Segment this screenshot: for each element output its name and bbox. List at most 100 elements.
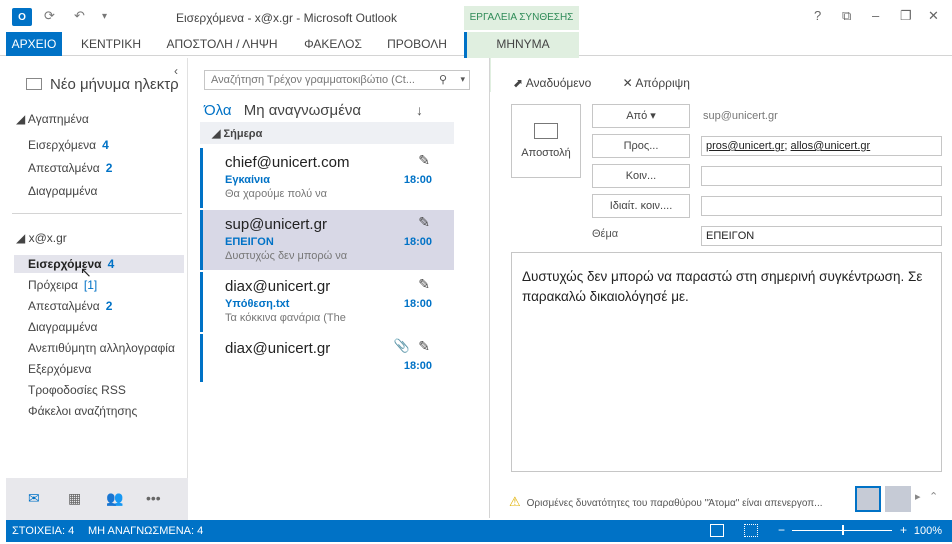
fav-item-inbox[interactable]: Εισερχόμενα 4 [28,138,109,152]
message-item[interactable]: chief@unicert.com ✎ Εγκαίνια 18:00 Θα χα… [200,148,454,208]
zoom-level[interactable]: 100% [914,525,942,537]
message-item[interactable]: diax@unicert.gr ✎ Υπόθεση.txt 18:00 Τα κ… [200,272,454,332]
help-icon[interactable]: ? [814,8,821,23]
search-placeholder: Αναζήτηση Τρέχον γραμματοκιβώτιο (Ct... [211,74,415,86]
normal-view-icon[interactable] [710,524,724,537]
close-icon[interactable]: ✕ [928,8,939,24]
zoom-in-icon[interactable]: + [900,523,907,537]
status-unread: ΜΗ ΑΝΑΓΝΩΣΜΕΝΑ: 4 [88,525,204,537]
minimize-icon[interactable]: – [872,8,879,23]
folder-label: Απεσταλμένα [28,299,100,313]
message-item[interactable]: diax@unicert.gr 📎 ✎ 18:00 [200,334,454,382]
message-from: diax@unicert.gr [225,278,331,295]
message-item-selected[interactable]: sup@unicert.gr ✎ ΕΠΕΙΓΟΝ 18:00 Δυστυχώς … [200,210,454,270]
search-icon[interactable]: ⚲ [439,73,447,86]
account-label: x@x.gr [28,231,67,245]
maximize-icon[interactable]: ❐ [900,8,912,24]
calendar-icon[interactable]: ▦ [68,490,81,507]
warning-text: Ορισμένες δυνατότητες του παραθύρου "Άτο… [526,498,823,509]
recipient-address[interactable]: pros@unicert.gr [706,140,784,152]
reading-view-icon[interactable] [744,524,758,537]
fav-label: Εισερχόμενα [28,138,97,152]
nav-switcher: ✉ ▦ 👥 ••• [6,478,188,520]
people-pane-warning[interactable]: ⚠ Ορισμένες δυνατότητες του παραθύρου "Άτ… [509,494,823,510]
fav-label: Διαγραμμένα [28,184,98,198]
folder-item-junk[interactable]: Ανεπιθύμητη αλληλογραφία [28,341,175,355]
account-header[interactable]: ◢ x@x.gr [16,231,67,245]
bcc-button[interactable]: Ιδιαίτ. κοιν.... [592,194,690,218]
collapse-people-icon[interactable]: ⌃ [929,490,938,503]
recipient-address[interactable]: allos@unicert.gr [791,140,871,152]
search-scope-dropdown-icon[interactable]: ▾ [460,74,465,85]
fav-item-deleted[interactable]: Διαγραμμένα [28,184,98,198]
message-from: diax@unicert.gr [225,340,331,357]
message-subject: ΕΠΕΙΓΟΝ [225,236,274,248]
message-preview: Δυστυχώς δεν μπορώ να [225,250,348,262]
tab-folder[interactable]: ΦΑΚΕΛΟΣ [302,32,364,56]
zoom-slider-thumb[interactable] [842,525,844,535]
to-field[interactable]: pros@unicert.gr; allos@unicert.gr [701,136,942,156]
tab-file[interactable]: ΑΡΧΕΙΟ [6,32,62,56]
group-header-today[interactable]: ◢ Σήμερα [200,122,454,144]
send-receive-icon[interactable]: ⟳ [44,8,55,24]
search-input[interactable]: Αναζήτηση Τρέχον γραμματοκιβώτιο (Ct... … [204,70,470,90]
more-icon[interactable]: ••• [146,490,161,506]
cc-button[interactable]: Κοιν... [592,164,690,188]
filter-all[interactable]: Όλα [204,102,232,119]
unread-count: 2 [105,299,113,313]
send-button[interactable]: Αποστολή [511,104,581,178]
message-body-editor[interactable]: Δυστυχώς δεν μπορώ να παραστώ στη σημερι… [511,252,942,472]
folder-label: Ανεπιθύμητη αλληλογραφία [28,341,175,355]
tab-send-receive[interactable]: ΑΠΟΣΤΟΛΗ / ΛΗΨΗ [164,32,280,56]
folder-item-inbox[interactable]: Εισερχόμενα 4 [14,255,184,273]
tab-view[interactable]: ΠΡΟΒΟΛΗ [384,32,450,56]
body-text: Δυστυχώς δεν μπορώ να παραστώ στη σημερι… [522,269,923,304]
tab-home[interactable]: ΚΕΝΤΡΙΚΗ [80,32,142,56]
subject-value: ΕΠΕΙΓΟΝ [706,230,755,242]
favorites-header[interactable]: ◢ Αγαπημένα [16,112,89,126]
window-title: Εισερχόμενα - x@x.gr - Microsoft Outlook [176,11,397,25]
compose-toolbar: ⬈ Αναδυόμενο ✕ Απόρριψη [513,76,718,90]
group-label: Σήμερα [223,128,263,140]
send-icon [534,123,558,139]
message-subject: Εγκαίνια [225,174,270,186]
status-items: ΣΤΟΙΧΕΙΑ: 4 [12,525,75,537]
zoom-out-icon[interactable]: − [778,523,785,537]
new-mail-button[interactable]: Νέο μήνυμα ηλεκτρ [26,76,179,93]
folder-label: Τροφοδοσίες RSS [28,383,126,397]
mail-icon[interactable]: ✉ [28,490,40,507]
bcc-field[interactable] [701,196,942,216]
pop-out-button[interactable]: ⬈ Αναδυόμενο [513,76,605,90]
from-button[interactable]: Από ▾ [592,104,690,128]
message-preview: Θα χαρούμε πολύ να [225,188,328,200]
favorites-label: Αγαπημένα [27,112,89,126]
pop-out-label: Αναδυόμενο [525,76,592,90]
person-avatar-icon[interactable] [855,486,881,512]
draft-icon: ✎ [418,152,430,168]
subject-field[interactable]: ΕΠΕΙΓΟΝ [701,226,942,246]
to-button[interactable]: Προς... [592,134,690,158]
folder-item-rss[interactable]: Τροφοδοσίες RSS [28,383,126,397]
cc-field[interactable] [701,166,942,186]
person-avatar-icon[interactable] [885,486,911,512]
people-icon[interactable]: 👥 [106,490,123,507]
subject-label: Θέμα [592,228,619,240]
discard-button[interactable]: ✕ Απόρριψη [623,76,704,90]
message-time: 18:00 [403,360,432,372]
sort-arrow-icon[interactable]: ↓ [416,102,423,118]
qat-customize-icon[interactable]: ▾ [102,11,107,22]
outlook-logo-icon: O [12,8,32,26]
fav-item-sent[interactable]: Απεσταλμένα 2 [28,161,112,175]
message-subject: Υπόθεση.txt [225,298,290,310]
unread-count: 4 [107,257,115,271]
folder-label: Διαγραμμένα [28,320,98,334]
undo-icon[interactable]: ↶ [74,8,85,24]
folder-item-outbox[interactable]: Εξερχόμενα [28,362,91,376]
filter-unread[interactable]: Μη αναγνωσμένα [244,102,361,119]
folder-item-sent[interactable]: Απεσταλμένα 2 [28,299,112,313]
folder-item-search-folders[interactable]: Φάκελοι αναζήτησης [28,404,137,418]
ribbon-display-icon[interactable]: ⧉ [842,8,851,24]
folder-item-deleted[interactable]: Διαγραμμένα [28,320,98,334]
draft-icon: ✎ [418,338,430,354]
next-person-icon[interactable]: ▸ [915,490,921,503]
